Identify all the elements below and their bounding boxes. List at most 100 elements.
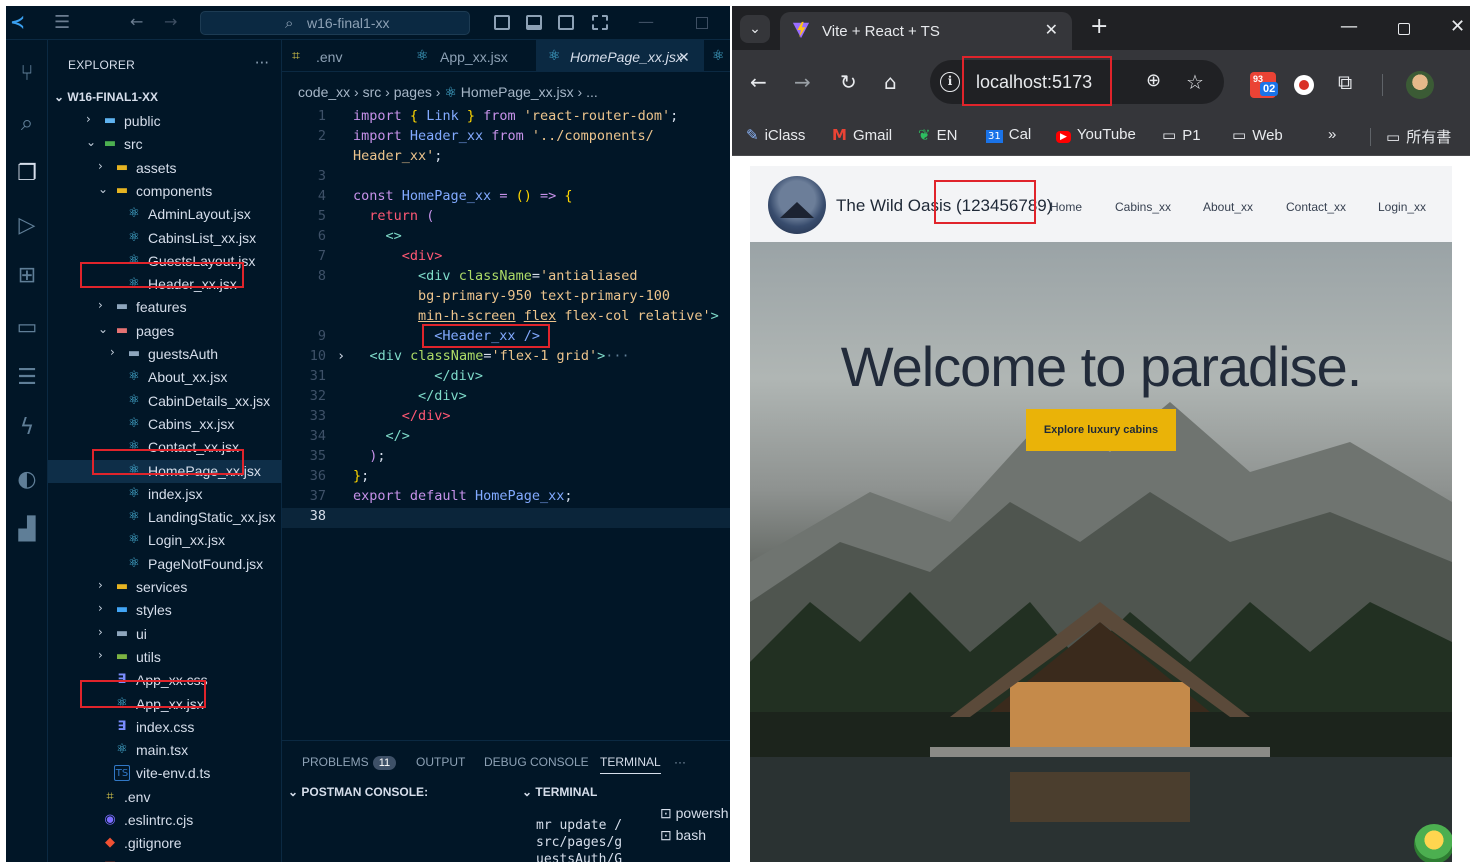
tree-item[interactable]: ⚛ CabinDetails_xx.jsx bbox=[48, 390, 282, 413]
forward-arrow-icon[interactable]: → bbox=[794, 70, 811, 94]
tree-item[interactable]: ⚛ CabinsList_xx.jsx bbox=[48, 227, 282, 250]
bookmark-iclass[interactable]: ✎ iClass bbox=[746, 126, 805, 144]
toggle-panel-icon[interactable] bbox=[526, 15, 542, 30]
tree-item[interactable]: ⚛ LandingStatic_xx.jsx bbox=[48, 506, 282, 529]
thunder-client-icon[interactable]: ϟ bbox=[13, 414, 41, 442]
tree-item[interactable]: ◉ .eslintrc.cjs bbox=[48, 809, 282, 832]
tree-item[interactable]: ∃ App_xx.css bbox=[48, 669, 282, 692]
tree-item[interactable]: ⚛ Header_xx.jsx bbox=[48, 273, 282, 296]
toggle-sidebar-icon[interactable] bbox=[494, 15, 510, 30]
tab-app-jsx[interactable]: ⚛ App_xx.jsx bbox=[416, 40, 534, 72]
menu-icon[interactable]: ☰ bbox=[54, 12, 70, 33]
tree-item[interactable]: TS vite-env.d.ts bbox=[48, 762, 282, 785]
tree-item[interactable]: ⚛ GuestsLayout.jsx bbox=[48, 250, 282, 273]
maximize-icon[interactable] bbox=[696, 17, 708, 29]
tree-item[interactable]: ⌗ .env bbox=[48, 786, 282, 809]
back-arrow-icon[interactable]: ← bbox=[130, 12, 143, 31]
source-control-icon[interactable]: ⑂ bbox=[13, 60, 41, 88]
calendar-extension-icon[interactable]: 93 02 bbox=[1250, 72, 1279, 98]
nav-login[interactable]: Login_xx bbox=[1378, 200, 1426, 214]
close-tab-icon[interactable]: ✕ bbox=[678, 49, 690, 66]
tree-item[interactable]: › ▬ services bbox=[48, 576, 282, 599]
terminal-header[interactable]: ⌄ TERMINAL bbox=[522, 785, 597, 799]
postman-console-header[interactable]: ⌄ POSTMAN CONSOLE: bbox=[288, 785, 428, 799]
bookmark-star-icon[interactable]: ☆ bbox=[1186, 70, 1204, 94]
more-actions-icon[interactable]: ··· bbox=[255, 54, 269, 72]
code-editor[interactable]: 1 import { Link } from 'react-router-dom'… bbox=[282, 108, 730, 578]
customize-layout-icon[interactable] bbox=[592, 15, 608, 30]
tree-item[interactable]: ⚛ index.jsx bbox=[48, 483, 282, 506]
tree-item[interactable]: ⌄ ▬ pages bbox=[48, 320, 282, 343]
command-center[interactable]: ⌕ w16-final1-xx bbox=[200, 11, 470, 35]
site-info-icon[interactable]: i bbox=[940, 72, 960, 92]
back-arrow-icon[interactable]: ← bbox=[750, 70, 767, 94]
tree-item[interactable]: ⚛ App_xx.jsx bbox=[48, 693, 282, 716]
terminal-item[interactable]: ⊡ bash bbox=[660, 827, 729, 849]
site-brand[interactable]: The Wild Oasis (123456789) bbox=[836, 196, 1052, 216]
search-icon[interactable]: ⌕ bbox=[13, 110, 41, 138]
site-logo[interactable] bbox=[768, 176, 826, 234]
toggle-secondary-sidebar-icon[interactable] bbox=[558, 15, 574, 30]
docker-icon[interactable]: ▟ bbox=[13, 516, 41, 544]
terminal-item[interactable]: ⊡ powersh bbox=[660, 805, 729, 827]
bookmark-gmail[interactable]: M Gmail bbox=[832, 126, 892, 144]
breadcrumb[interactable]: code_xx › src › pages › ⚛ HomePage_xx.js… bbox=[298, 84, 598, 101]
tree-item[interactable]: › ▬ assets bbox=[48, 157, 282, 180]
workspace-root[interactable]: ⌄ W16-FINAL1-XX bbox=[54, 90, 158, 104]
nav-cabins[interactable]: Cabins_xx bbox=[1115, 200, 1171, 214]
tree-item[interactable]: ⌄ ▬ src bbox=[48, 133, 282, 156]
browser-tab[interactable]: Vite + React + TS ✕ bbox=[780, 12, 1072, 50]
tab-env[interactable]: ⌗ .env bbox=[292, 40, 402, 72]
more-bookmarks-icon[interactable]: » bbox=[1328, 126, 1336, 143]
bookmark-web[interactable]: ▭ Web bbox=[1232, 126, 1283, 144]
outline-icon[interactable]: ☰ bbox=[13, 364, 41, 392]
live-share-icon[interactable]: ◐ bbox=[13, 466, 41, 494]
breadcrumb-item[interactable]: code_xx bbox=[298, 84, 350, 100]
tree-item[interactable]: › ▬ features bbox=[48, 296, 282, 319]
tree-item[interactable]: ▤ index.html bbox=[48, 856, 282, 862]
tree-item[interactable]: ⚛ Login_xx.jsx bbox=[48, 529, 282, 552]
nav-about[interactable]: About_xx bbox=[1203, 200, 1253, 214]
tree-item[interactable]: › ▬ ui bbox=[48, 623, 282, 646]
reload-icon[interactable]: ↻ bbox=[840, 70, 857, 94]
tree-item[interactable]: ⚛ AdminLayout.jsx bbox=[48, 203, 282, 226]
bookmark-p1[interactable]: ▭ P1 bbox=[1162, 126, 1201, 144]
tab-homepage-jsx[interactable]: ⚛ HomePage_xx.jsx ✕ bbox=[536, 40, 704, 72]
tree-item[interactable]: ⚛ main.tsx bbox=[48, 739, 282, 762]
url-text[interactable]: localhost:5173 bbox=[976, 72, 1092, 93]
tab-output[interactable]: OUTPUT bbox=[416, 755, 465, 769]
home-icon[interactable]: ⌂ bbox=[884, 70, 897, 94]
terminal-output[interactable]: mr update / src/pages/g uestsAuth/G bbox=[536, 817, 622, 862]
remote-explorer-icon[interactable]: ▭ bbox=[13, 314, 41, 342]
floating-widget-icon[interactable] bbox=[1414, 824, 1452, 862]
zoom-icon[interactable]: ⊕ bbox=[1146, 70, 1161, 91]
breadcrumb-item[interactable]: pages bbox=[394, 84, 432, 100]
bookmark-en[interactable]: ❦ EN bbox=[918, 126, 957, 144]
bookmark-youtube[interactable]: ▶ YouTube bbox=[1056, 126, 1136, 143]
profile-avatar[interactable] bbox=[1406, 71, 1434, 99]
tree-item[interactable]: › ▬ styles bbox=[48, 599, 282, 622]
tree-item[interactable]: ⚛ Cabins_xx.jsx bbox=[48, 413, 282, 436]
tab-overflow[interactable]: ⚛ bbox=[708, 40, 730, 72]
minimize-icon[interactable]: — bbox=[1340, 16, 1358, 37]
explore-cabins-button[interactable]: Explore luxury cabins bbox=[1026, 409, 1176, 451]
tree-item[interactable]: ⚛ Contact_xx.jsx bbox=[48, 436, 282, 459]
tree-item[interactable]: › ▬ public bbox=[48, 110, 282, 133]
bookmark-cal[interactable]: 31 Cal bbox=[986, 126, 1031, 143]
record-extension-icon[interactable] bbox=[1294, 75, 1314, 95]
minimize-icon[interactable]: — bbox=[638, 12, 654, 31]
forward-arrow-icon[interactable]: → bbox=[164, 12, 177, 31]
explorer-icon[interactable]: ❐ bbox=[13, 160, 41, 188]
tree-item[interactable]: ⌄ ▬ components bbox=[48, 180, 282, 203]
extensions-puzzle-icon[interactable]: ⧉ bbox=[1338, 70, 1352, 94]
breadcrumb-item[interactable]: HomePage_xx.jsx bbox=[461, 84, 574, 100]
tree-item[interactable]: ⚛ HomePage_xx.jsx bbox=[48, 459, 282, 483]
run-debug-icon[interactable]: ▷ bbox=[13, 212, 41, 240]
tree-item[interactable]: › ▬ guestsAuth bbox=[48, 343, 282, 366]
tree-item[interactable]: ⚛ PageNotFound.jsx bbox=[48, 553, 282, 576]
maximize-icon[interactable] bbox=[1398, 23, 1410, 35]
tree-item[interactable]: ⚛ About_xx.jsx bbox=[48, 366, 282, 389]
bookmark-all[interactable]: ▭ 所有書 bbox=[1386, 126, 1451, 147]
nav-home[interactable]: Home bbox=[1050, 200, 1082, 214]
breadcrumb-item[interactable]: src bbox=[363, 84, 382, 100]
